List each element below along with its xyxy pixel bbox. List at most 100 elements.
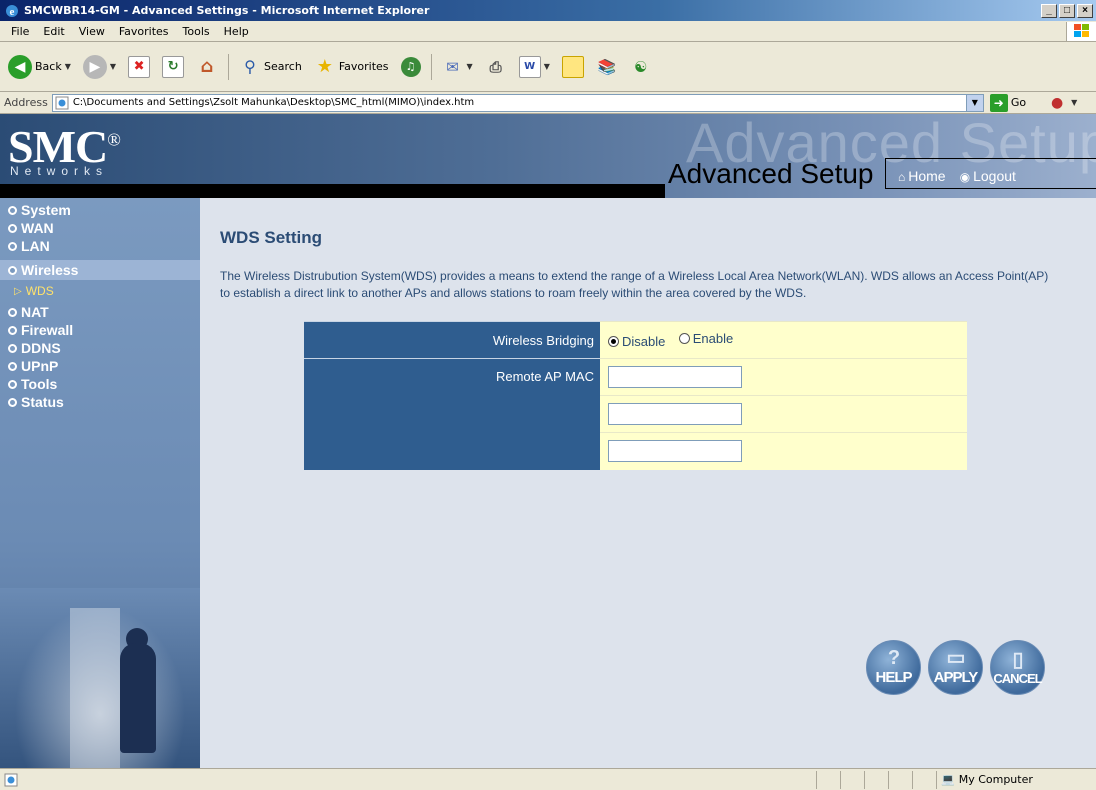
back-label: Back xyxy=(35,60,62,73)
messenger-icon: ☯ xyxy=(634,57,648,76)
messenger-button[interactable]: ☯ xyxy=(626,54,656,80)
remote-mac-input-1[interactable] xyxy=(608,366,742,388)
research-button[interactable]: 📚 xyxy=(592,54,622,80)
sidebar: System WAN LAN Wireless ▷ WDS NAT Firewal… xyxy=(0,198,200,768)
favorites-button[interactable]: ★ Favorites xyxy=(310,54,393,80)
back-arrow-icon: ◀ xyxy=(8,54,32,79)
cancel-button[interactable]: ▯ CANCEL xyxy=(990,640,1045,695)
logout-icon: ◉ xyxy=(959,170,971,184)
address-input[interactable]: C:\Documents and Settings\Zsolt Mahunka\… xyxy=(51,93,984,112)
minimize-button[interactable]: _ xyxy=(1041,3,1057,18)
sidebar-item-status[interactable]: Status xyxy=(0,394,200,410)
sidebar-item-ddns[interactable]: DDNS xyxy=(0,340,200,356)
maximize-button[interactable]: □ xyxy=(1059,3,1075,18)
back-button[interactable]: ◀ Back ▼ xyxy=(4,53,75,81)
menu-view[interactable]: View xyxy=(72,25,112,38)
smc-networks-text: Networks xyxy=(10,164,109,178)
forward-dropdown-icon[interactable]: ▼ xyxy=(110,62,116,71)
address-bar: Address C:\Documents and Settings\Zsolt … xyxy=(0,92,1096,114)
sidebar-item-nat[interactable]: NAT xyxy=(0,304,200,320)
sidebar-item-label: UPnP xyxy=(21,358,59,374)
home-button[interactable]: ⌂ xyxy=(192,54,222,80)
menu-tools[interactable]: Tools xyxy=(176,25,217,38)
sidebar-item-wan[interactable]: WAN xyxy=(0,220,200,236)
edit-button[interactable]: W ▼ xyxy=(515,54,554,80)
home-link[interactable]: ⌂ Home xyxy=(898,168,946,184)
mouse-icon: ▭ xyxy=(946,647,966,669)
toolbar: ◀ Back ▼ ▶ ▼ ✖ ↻ ⌂ ⚲ Search ★ Favorites … xyxy=(0,42,1096,92)
search-button[interactable]: ⚲ Search xyxy=(235,54,306,80)
radio-checked-icon xyxy=(608,336,619,347)
refresh-button[interactable]: ↻ xyxy=(158,54,188,80)
menu-favorites[interactable]: Favorites xyxy=(112,25,176,38)
windows-logo-icon xyxy=(1066,21,1096,41)
logout-link[interactable]: ◉ Logout xyxy=(960,168,1016,184)
remote-ap-mac-label: Remote AP MAC xyxy=(304,358,600,470)
edit-dropdown-icon[interactable]: ▼ xyxy=(544,62,550,71)
bullet-icon xyxy=(8,343,17,353)
apply-label: APPLY xyxy=(933,669,979,686)
bullet-icon xyxy=(8,397,17,407)
main-content: WDS Setting The Wireless Distrubution Sy… xyxy=(220,228,1080,302)
security-zone: 💻 My Computer xyxy=(936,770,1096,789)
sidebar-item-tools[interactable]: Tools xyxy=(0,376,200,392)
help-button[interactable]: ? HELP xyxy=(866,640,921,695)
svg-text:e: e xyxy=(10,6,15,18)
page-status-icon xyxy=(4,773,18,786)
sidebar-item-system[interactable]: System xyxy=(0,202,200,218)
bullet-icon xyxy=(8,325,17,335)
sidebar-item-lan[interactable]: LAN xyxy=(0,238,200,254)
status-panel xyxy=(816,770,840,789)
web-page: SMC® Networks Advanced Setup Advanced Se… xyxy=(0,114,1096,768)
wireless-bridging-cell: Disable Enable xyxy=(600,321,967,359)
print-icon: ⎙ xyxy=(489,57,502,76)
discuss-button[interactable] xyxy=(558,54,588,80)
sidebar-subitem-wds[interactable]: ▷ WDS xyxy=(0,280,200,302)
forward-button[interactable]: ▶ ▼ xyxy=(79,53,120,81)
photo-person xyxy=(120,643,156,753)
bridging-enable-radio[interactable]: Enable xyxy=(678,331,734,346)
media-button[interactable]: ♫ xyxy=(397,55,425,79)
links-dropdown-icon[interactable]: ▼ xyxy=(1071,98,1077,107)
sidebar-item-label: WAN xyxy=(21,220,54,236)
bullet-icon xyxy=(8,223,17,233)
mail-button[interactable]: ✉ ▼ xyxy=(438,54,477,80)
search-label: Search xyxy=(264,60,302,73)
menu-file[interactable]: File xyxy=(4,25,36,38)
search-icon: ⚲ xyxy=(244,57,256,76)
apply-button[interactable]: ▭ APPLY xyxy=(928,640,983,695)
sidebar-item-label: Firewall xyxy=(21,322,74,338)
close-button[interactable]: × xyxy=(1077,3,1093,18)
wireless-bridging-label: Wireless Bridging xyxy=(304,321,600,359)
acrobat-icon: ● xyxy=(1050,94,1064,111)
menu-edit[interactable]: Edit xyxy=(36,25,71,38)
stop-icon: ✖ xyxy=(128,55,151,78)
links-button[interactable]: ● ▼ xyxy=(1042,90,1081,116)
bullet-icon xyxy=(8,265,17,275)
mac-cell xyxy=(600,432,967,470)
sidebar-item-firewall[interactable]: Firewall xyxy=(0,322,200,338)
triangle-right-icon: ▷ xyxy=(14,285,22,297)
status-panels: 💻 My Computer xyxy=(816,770,1096,789)
menu-help[interactable]: Help xyxy=(217,25,256,38)
mail-dropdown-icon[interactable]: ▼ xyxy=(467,62,473,71)
back-dropdown-icon[interactable]: ▼ xyxy=(65,62,71,71)
sidebar-item-label: System xyxy=(21,202,71,218)
stop-button[interactable]: ✖ xyxy=(124,54,154,80)
bridging-disable-radio[interactable]: Disable xyxy=(608,334,665,349)
sidebar-item-label: LAN xyxy=(21,238,50,254)
address-dropdown-icon[interactable]: ▼ xyxy=(965,94,983,111)
bullet-icon xyxy=(8,307,17,317)
photo-light xyxy=(70,608,120,768)
zone-label: My Computer xyxy=(958,773,1033,786)
go-button[interactable]: ➜ Go xyxy=(989,93,1026,112)
sidebar-item-wireless[interactable]: Wireless xyxy=(0,260,200,280)
remote-mac-input-2[interactable] xyxy=(608,403,742,425)
trash-icon: ▯ xyxy=(1012,649,1023,671)
table-row: Wireless Bridging Disable Enable xyxy=(304,321,967,359)
sidebar-item-upnp[interactable]: UPnP xyxy=(0,358,200,374)
header-links: ⌂ Home ◉ Logout xyxy=(898,168,1016,184)
remote-mac-input-3[interactable] xyxy=(608,440,742,463)
enable-label: Enable xyxy=(692,331,734,346)
print-button[interactable]: ⎙ xyxy=(481,54,511,80)
